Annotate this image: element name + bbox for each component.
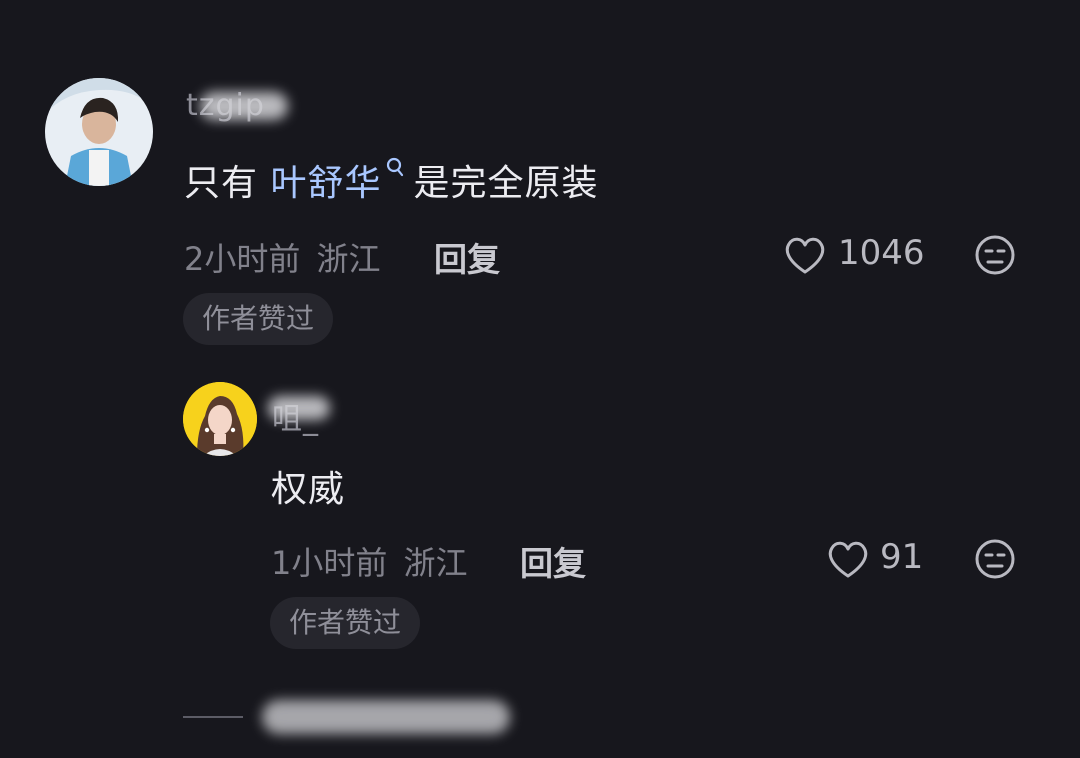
unhappy-face-icon[interactable] [974, 234, 1016, 276]
divider-line [183, 716, 243, 718]
like-count: 1046 [838, 233, 925, 273]
timestamp: 1小时前 [271, 544, 388, 582]
location: 浙江 [316, 240, 381, 278]
keyword-link[interactable]: 叶舒华 [270, 163, 381, 204]
avatar-image [183, 382, 257, 456]
avatar[interactable] [45, 78, 153, 186]
heart-outline-icon[interactable] [826, 538, 870, 580]
comment-text: 只有 叶舒华 是完全原装 [184, 154, 598, 206]
comment-meta: 2小时前 浙江 [184, 234, 381, 280]
comment-text-suffix: 是完全原装 [413, 163, 599, 204]
expand-replies-mask [262, 700, 510, 734]
unhappy-face-icon[interactable] [974, 538, 1016, 580]
comment-meta: 1小时前 浙江 [271, 538, 468, 584]
avatar-image [45, 78, 153, 186]
author-liked-badge: 作者赞过 [183, 293, 334, 345]
search-icon[interactable] [385, 154, 407, 184]
timestamp: 2小时前 [184, 240, 301, 278]
avatar[interactable] [183, 382, 257, 456]
username-mask [200, 92, 288, 120]
location: 浙江 [403, 544, 468, 582]
author-liked-badge: 作者赞过 [270, 597, 421, 649]
heart-outline-icon[interactable] [783, 234, 827, 276]
reply-button[interactable]: 回复 [520, 537, 586, 585]
comment-text-prefix: 只有 [184, 163, 271, 204]
like-count: 91 [880, 537, 924, 577]
comment-text: 权威 [271, 469, 346, 510]
reply-button[interactable]: 回复 [434, 233, 500, 281]
username-mask [268, 396, 330, 420]
